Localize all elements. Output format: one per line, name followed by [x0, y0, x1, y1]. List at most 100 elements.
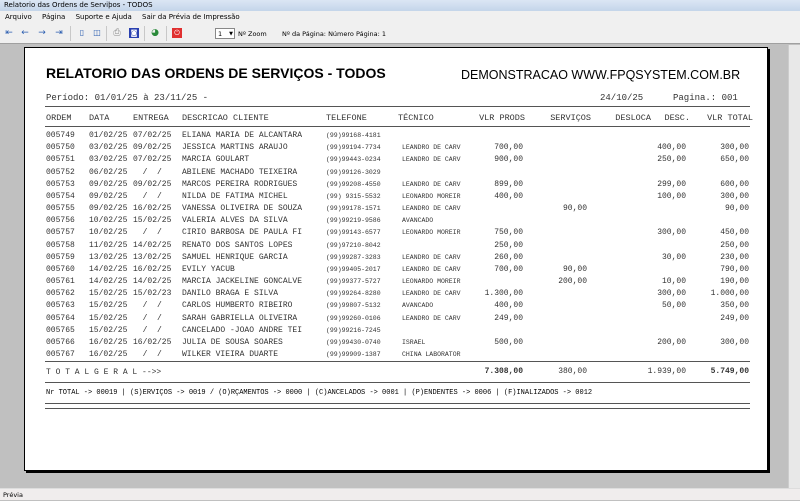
vertical-scrollbar[interactable] — [788, 45, 800, 488]
cell-vlr-prods: 249,00 — [494, 313, 523, 323]
two-page-icon[interactable]: ◫ — [92, 28, 102, 38]
first-page-icon[interactable]: ⇤ — [4, 28, 14, 38]
column-header-telefone: TELEFONE — [326, 113, 367, 123]
next-page-icon[interactable]: → — [37, 28, 47, 38]
cell-cliente: CARLOS HUMBERTO RIBEIRO — [182, 301, 293, 311]
column-header-tecnico: TÉCNICO — [398, 113, 434, 123]
cell-vlr-total: 650,00 — [720, 155, 749, 165]
cell-entrega: 09/02/25 — [133, 143, 172, 153]
cell-entrega: 15/02/23 — [133, 289, 172, 299]
status-bar: Prévia — [0, 488, 800, 500]
cell-cliente: CIRIO BARBOSA DE PAULA FI — [182, 228, 303, 238]
cell-servicos: 90,00 — [562, 264, 587, 274]
cell-ordem: 005762 — [46, 289, 75, 299]
cell-vlr-prods: 900,00 — [494, 155, 523, 165]
web-icon[interactable]: ◕ — [150, 28, 160, 38]
cell-desc: 300,00 — [657, 289, 686, 299]
close-icon[interactable]: ⏻ — [172, 28, 182, 38]
menu-suporte[interactable]: Suporte e Ajuda — [76, 13, 132, 21]
column-header-desc: DESC. — [664, 113, 690, 123]
cell-data: 01/02/25 — [89, 131, 128, 140]
cell-vlr-total: 1.000,00 — [710, 289, 749, 299]
cell-entrega: / / — [133, 301, 162, 311]
cell-entrega: 14/02/25 — [133, 277, 172, 287]
cell-data: 09/02/25 — [89, 179, 128, 189]
column-header-ordem: ORDEM — [46, 113, 72, 123]
menu-sair-previa[interactable]: Sair da Prévia de Impressão — [142, 13, 240, 21]
report-watermark: DEMONSTRACAO WWW.FPQSYSTEM.COM.BR — [461, 68, 741, 82]
cell-desc: 30,00 — [661, 252, 686, 262]
prev-page-icon[interactable]: ← — [20, 28, 30, 38]
cell-telefone: (99)99168-4181 — [326, 132, 381, 139]
cell-ordem: 005758 — [46, 240, 75, 250]
cell-desc: 10,00 — [661, 277, 686, 287]
cell-telefone: (99)97210-8042 — [326, 241, 381, 249]
cell-ordem: 005766 — [46, 337, 75, 347]
cell-tecnico: LEANDRO DE CARV — [402, 290, 461, 298]
cell-tecnico: CHINA LABORATOR — [402, 351, 461, 359]
cell-cliente: SARAH GABRIELLA OLIVEIRA — [182, 313, 298, 323]
window-title: Relatorio das Ordens de Serviþos - TODOS — [0, 0, 800, 11]
cell-vlr-total: 230,00 — [720, 252, 749, 262]
cell-entrega: / / — [133, 167, 162, 177]
cell-vlr-prods: 400,00 — [494, 191, 523, 201]
report-page: RELATORIO DAS ORDENS DE SERVIÇOS - TODOS… — [24, 47, 768, 471]
zoom-label: Nº Zoom — [238, 30, 267, 38]
cell-ordem: 005756 — [46, 216, 75, 226]
cell-data: 15/02/25 — [89, 313, 128, 323]
cell-entrega: 07/02/25 — [133, 131, 172, 140]
cell-telefone: (99)99216-7245 — [326, 326, 381, 334]
cell-entrega: / / — [133, 228, 162, 238]
cell-data: 09/02/25 — [89, 204, 128, 214]
cell-vlr-total: 350,00 — [720, 301, 749, 311]
cell-vlr-prods: 700,00 — [494, 264, 523, 274]
zoom-select[interactable]: 1 ▼ — [215, 28, 235, 39]
cell-entrega: 07/02/25 — [133, 155, 172, 165]
single-page-icon[interactable]: ▯ — [77, 28, 87, 38]
cell-telefone: (99)99443-0234 — [326, 156, 381, 164]
cell-tecnico: LEANDRO DE CARV — [402, 265, 461, 273]
cell-entrega: 16/02/25 — [133, 204, 172, 214]
cell-vlr-total: 790,00 — [720, 264, 749, 274]
cell-telefone: (99)99260-0106 — [326, 314, 381, 322]
cell-data: 14/02/25 — [89, 277, 128, 287]
cell-data: 06/02/25 — [89, 167, 128, 177]
cell-data: 03/02/25 — [89, 143, 128, 153]
cell-cliente: CANCELADO -JOAO ANDRE TEI — [182, 325, 303, 335]
cell-data: 03/02/25 — [89, 155, 128, 165]
report-date: 24/10/25 — [600, 93, 644, 103]
cell-cliente: JESSICA MARTINS ARAUJO — [182, 143, 288, 153]
column-header-entrega: ENTREGA — [133, 113, 169, 123]
export-icon[interactable]: ◙ — [129, 28, 139, 38]
cell-cliente: RENATO DOS SANTOS LOPES — [182, 240, 293, 250]
cell-ordem: 005751 — [46, 155, 75, 165]
cell-ordem: 005754 — [46, 191, 75, 201]
cell-data: 10/02/25 — [89, 228, 128, 238]
cell-tecnico: LEONARDO MOREIR — [402, 278, 461, 286]
cell-cliente: WILKER VIEIRA DUARTE — [182, 350, 279, 360]
print-icon[interactable]: ⎙ — [112, 28, 122, 38]
cell-vlr-prods: 500,00 — [494, 337, 523, 347]
cell-telefone: (99) 9315-5532 — [326, 192, 381, 200]
cell-vlr-total: 90,00 — [724, 204, 749, 214]
cell-ordem: 005767 — [46, 350, 75, 360]
cell-vlr-prods: 260,00 — [494, 252, 523, 262]
menu-bar: Arquivo Página Suporte e Ajuda Sair da P… — [0, 11, 800, 23]
cell-ordem: 005761 — [46, 277, 75, 287]
cell-vlr-total: 600,00 — [720, 179, 749, 189]
toolbar: ⇤ ← → ⇥ ▯ ◫ ⎙ ◙ ◕ ⏻ 1 ▼ Nº Zoom Nº da Pág… — [0, 23, 800, 44]
total-desc: 1.939,00 — [647, 367, 686, 376]
cell-tecnico: LEANDRO DE CARV — [402, 314, 461, 322]
column-header-cliente: DESCRICAO CLIENTE — [182, 113, 269, 123]
cell-entrega: 09/02/25 — [133, 179, 172, 189]
last-page-icon[interactable]: ⇥ — [54, 28, 64, 38]
menu-arquivo[interactable]: Arquivo — [5, 13, 32, 21]
cell-entrega: 15/02/25 — [133, 216, 172, 226]
cell-ordem: 005759 — [46, 252, 75, 262]
cell-vlr-prods: 400,00 — [494, 301, 523, 311]
report-page-number: Pagina.: 001 — [673, 93, 738, 103]
cell-telefone: (99)99377-5727 — [326, 278, 381, 286]
cell-ordem: 005753 — [46, 179, 75, 189]
cell-ordem: 005763 — [46, 301, 75, 311]
menu-pagina[interactable]: Página — [42, 13, 65, 21]
